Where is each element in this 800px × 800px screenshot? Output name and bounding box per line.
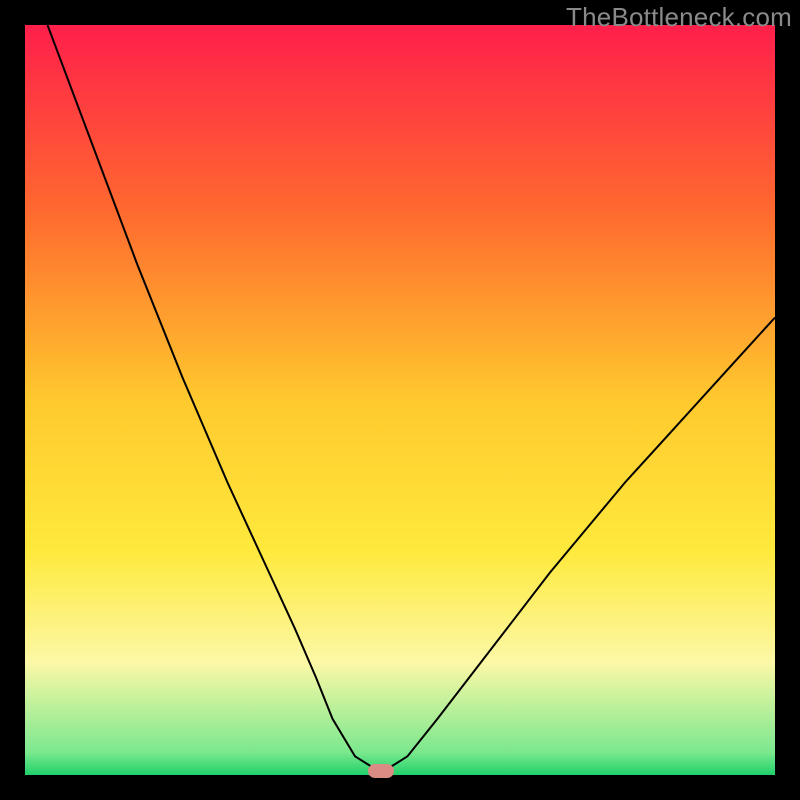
chart-background: [25, 25, 775, 775]
optimal-point-marker: [368, 764, 394, 778]
plot-area: [25, 25, 775, 775]
chart-frame: [25, 25, 775, 775]
chart-svg: [25, 25, 775, 775]
watermark-text: TheBottleneck.com: [566, 2, 792, 33]
